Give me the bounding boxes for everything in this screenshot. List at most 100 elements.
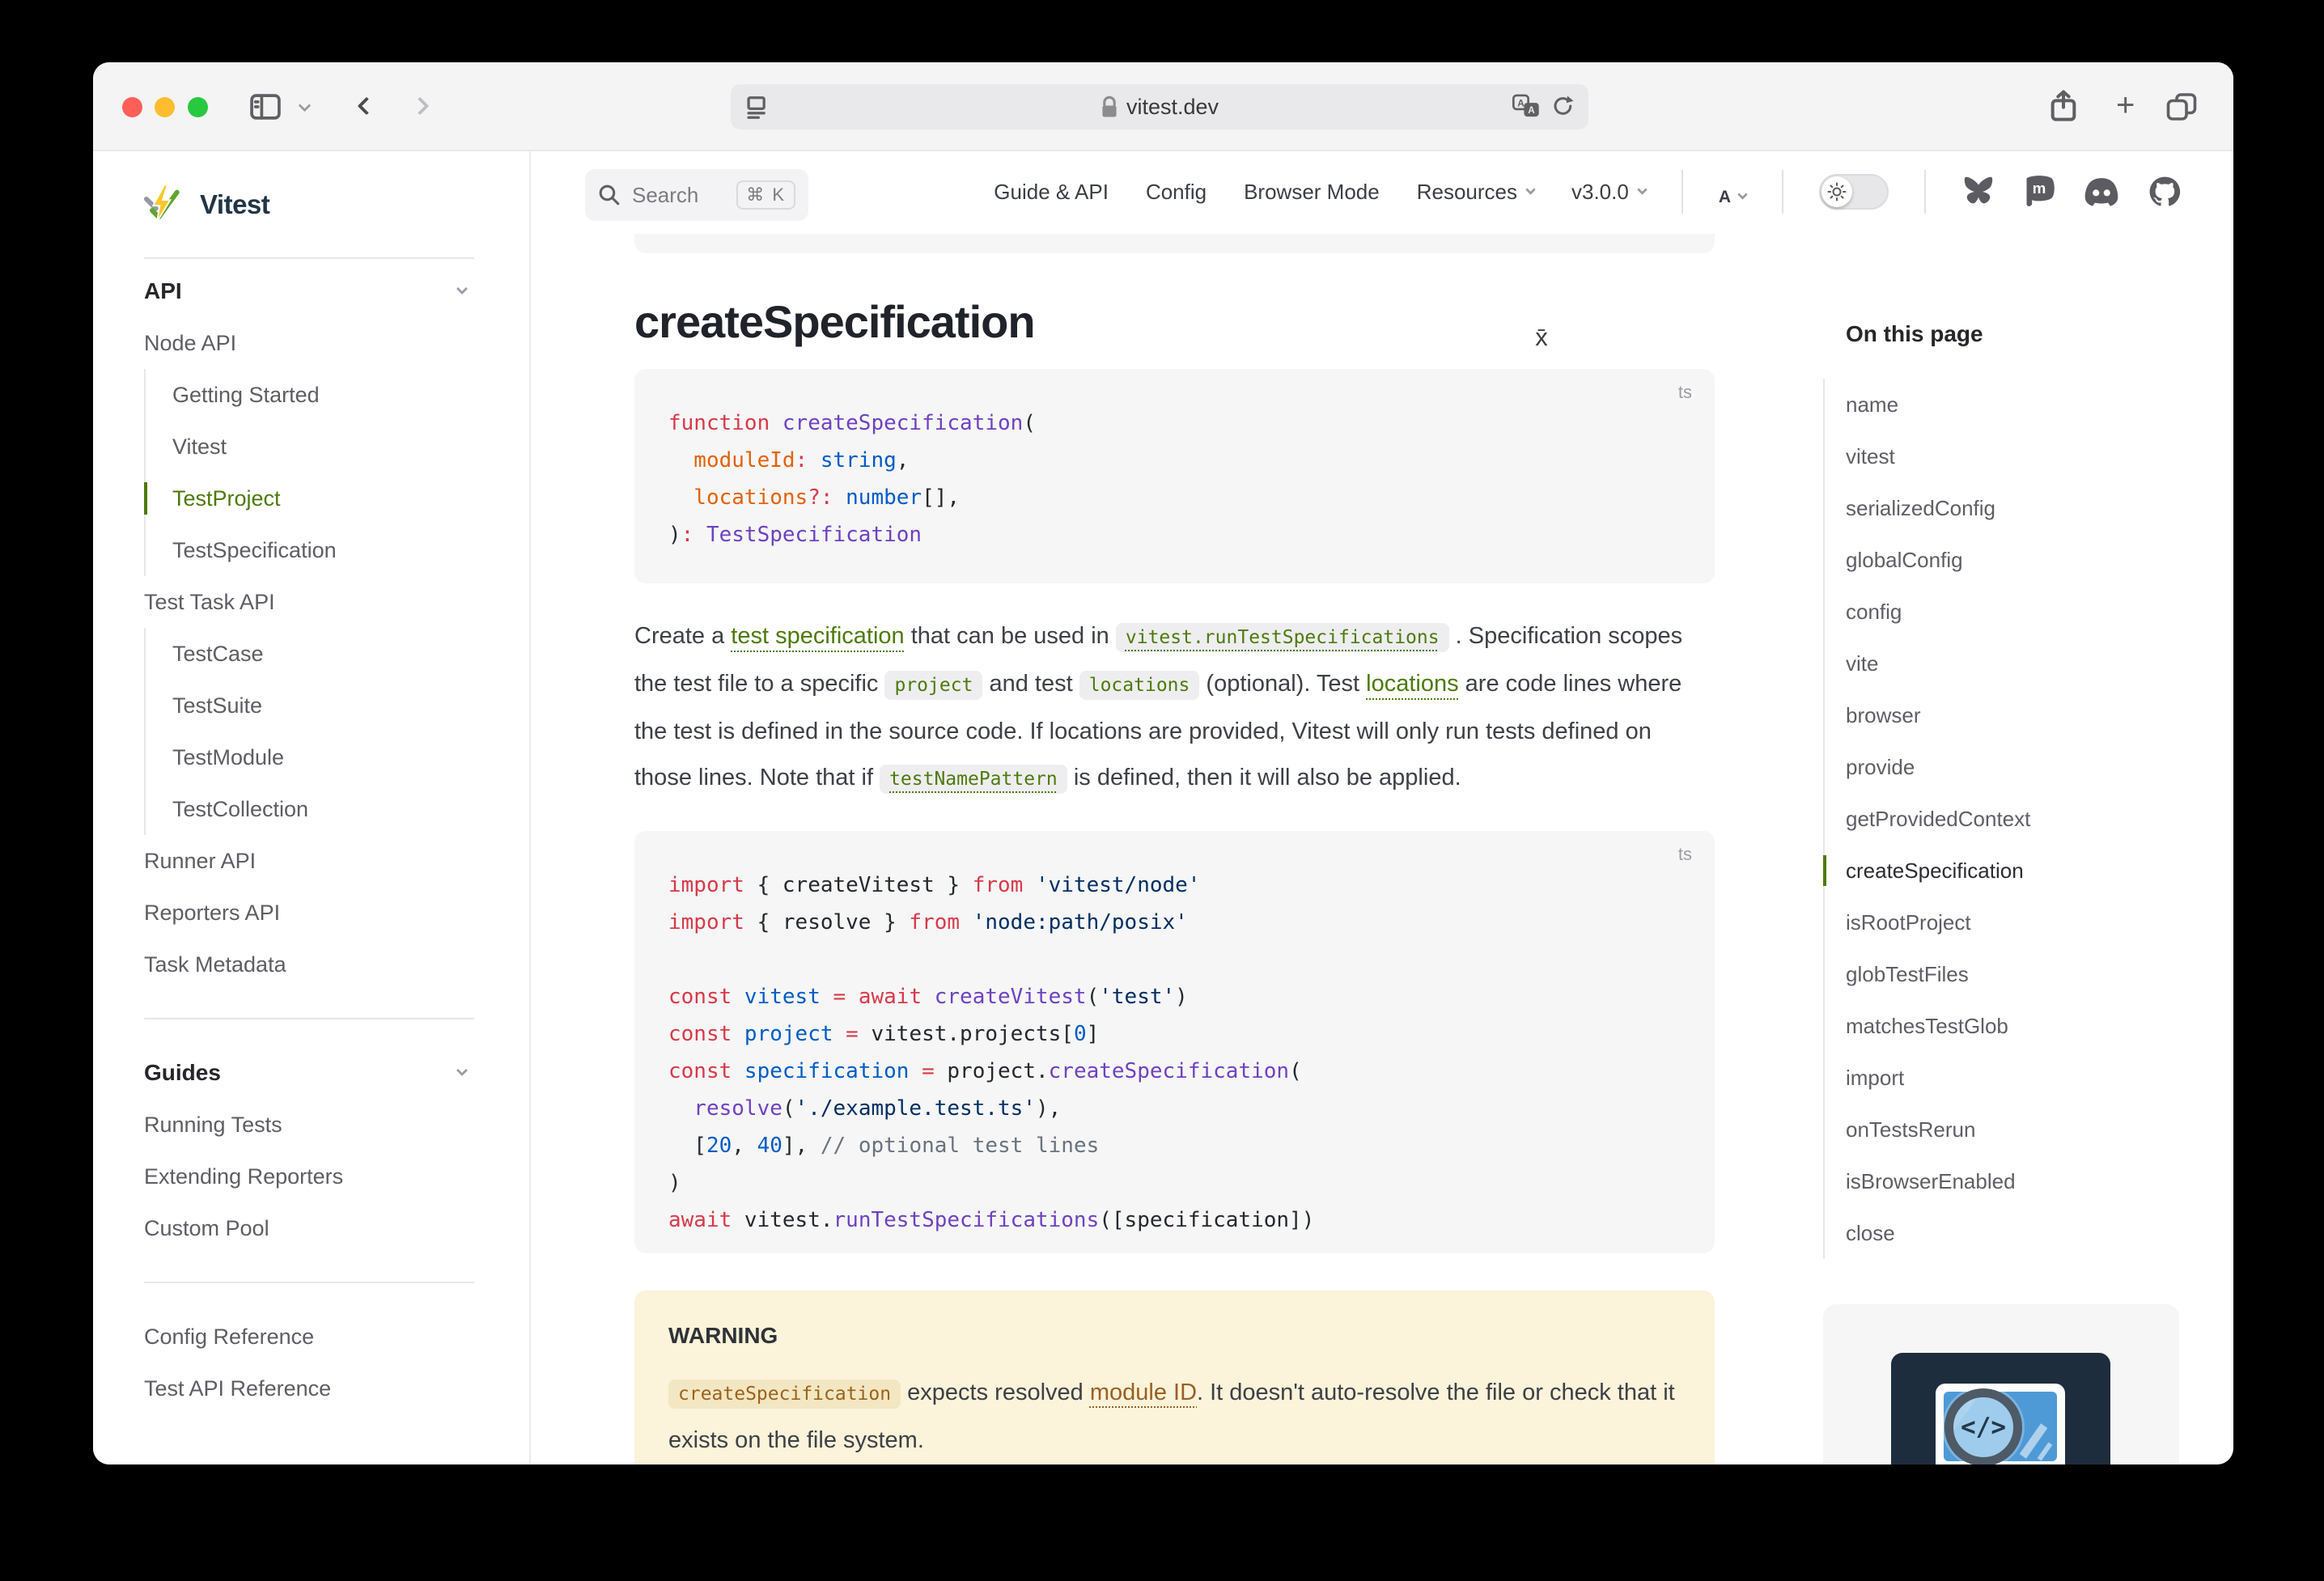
code-line: )	[668, 1164, 1682, 1202]
search-placeholder: Search	[632, 183, 698, 208]
toc-item-globtestfiles[interactable]: globTestFiles	[1825, 948, 2203, 1000]
magnifier-icon: </>	[1944, 1388, 2022, 1464]
sidebar-item-running-tests[interactable]: Running Tests	[144, 1099, 529, 1151]
toc-item-name[interactable]: name	[1825, 379, 2203, 430]
tabs-overview-icon[interactable]	[2165, 91, 2199, 123]
sidebar-item-runner-api[interactable]: Runner API	[144, 835, 529, 887]
header-divider	[1924, 170, 1926, 214]
code-line: const project = vitest.projects[0]	[668, 1015, 1682, 1053]
code-line	[668, 941, 1682, 978]
zoom-button[interactable]	[188, 97, 208, 117]
code-line: locations?: number[],	[668, 479, 1682, 516]
back-icon[interactable]	[358, 97, 376, 116]
reader-icon[interactable]	[745, 95, 770, 120]
new-tab-icon[interactable]: +	[2116, 89, 2135, 121]
sidebar-item-config-reference[interactable]: Config Reference	[144, 1311, 529, 1363]
inline-link[interactable]: test specification	[731, 623, 904, 649]
nav-resources[interactable]: Resources	[1417, 180, 1534, 205]
theme-toggle[interactable]	[1819, 174, 1889, 210]
reload-icon[interactable]	[1551, 94, 1575, 118]
code-line: [20, 40], // optional test lines	[668, 1127, 1682, 1164]
warning-text: createSpecification expects resolved mod…	[668, 1370, 1681, 1464]
inline-code: createSpecification	[668, 1380, 901, 1409]
share-icon[interactable]	[2047, 88, 2080, 124]
nav-guide-api[interactable]: Guide & API	[994, 180, 1109, 205]
sidebar-item-getting-started[interactable]: Getting Started	[146, 369, 529, 421]
sidebar-item-custom-pool[interactable]: Custom Pool	[144, 1202, 529, 1254]
sidebar-item-node-api[interactable]: Node API	[144, 317, 529, 369]
sidebar-item-testproject[interactable]: TestProject	[146, 473, 529, 524]
toc-item-import[interactable]: import	[1825, 1052, 2203, 1104]
code-line: import { resolve } from 'node:path/posix…	[668, 904, 1682, 941]
sidebar-toggle-icon[interactable]	[249, 91, 282, 122]
toc-item-createspecification[interactable]: createSpecification	[1825, 845, 2203, 896]
chevron-down-icon	[1525, 184, 1536, 195]
toc-item-matchestestglob[interactable]: matchesTestGlob	[1825, 1000, 2203, 1052]
toc-item-config[interactable]: config	[1825, 586, 2203, 638]
toc-item-vite[interactable]: vite	[1825, 638, 2203, 689]
inline-link[interactable]: module ID	[1090, 1380, 1197, 1405]
toc-item-browser[interactable]: browser	[1825, 689, 2203, 741]
sidebar-item-reporters-api[interactable]: Reporters API	[144, 887, 529, 939]
sponsor-ad[interactable]: </>	[1823, 1304, 2179, 1464]
sidebar-item-testspecification[interactable]: TestSpecification	[146, 524, 529, 576]
sidebar-item-testsuite[interactable]: TestSuite	[146, 680, 529, 731]
sidebar-section-guides[interactable]: Guides	[144, 1047, 466, 1099]
sun-icon	[1827, 182, 1847, 201]
sidebar: Vitest APINode APIGetting StartedVitestT…	[93, 151, 531, 1464]
translate-icon[interactable]: A A	[1512, 94, 1540, 118]
toc-list: namevitestserializedConfigglobalConfigco…	[1823, 379, 2203, 1259]
warning-callout: WARNING createSpecification expects reso…	[634, 1291, 1715, 1464]
inline-code-link[interactable]: vitest.runTestSpecifications	[1116, 623, 1449, 652]
nav-config[interactable]: Config	[1146, 180, 1207, 205]
code-block-signature: ts function createSpecification( moduleI…	[634, 369, 1715, 583]
sidebar-item-testmodule[interactable]: TestModule	[146, 731, 529, 783]
bluesky-icon[interactable]	[1961, 176, 1995, 207]
toc-item-isbrowserenabled[interactable]: isBrowserEnabled	[1825, 1155, 2203, 1207]
search-icon	[598, 184, 621, 206]
vitest-logo-icon	[142, 184, 184, 226]
translate-icon: x̄	[1535, 323, 2233, 352]
inline-code-link[interactable]: testNamePattern	[880, 765, 1067, 794]
site-header: Search ⌘ K Guide & API Config Browser Mode…	[531, 151, 2233, 232]
sidebar-item-test-api-reference[interactable]: Test API Reference	[144, 1363, 529, 1414]
sidebar-item-test-task-api[interactable]: Test Task API	[144, 576, 529, 628]
sidebar-item-testcase[interactable]: TestCase	[146, 628, 529, 680]
minimize-button[interactable]	[155, 97, 175, 117]
mastodon-icon[interactable]: m	[2023, 175, 2055, 209]
toc-item-isrootproject[interactable]: isRootProject	[1825, 896, 2203, 948]
sidebar-item-testcollection[interactable]: TestCollection	[146, 783, 529, 835]
language-menu[interactable]: x̄ A	[1719, 176, 1746, 207]
nav-browser-mode[interactable]: Browser Mode	[1244, 180, 1380, 205]
toc-item-getprovidedcontext[interactable]: getProvidedContext	[1825, 793, 2203, 845]
close-button[interactable]	[122, 97, 142, 117]
sidebar-item-task-metadata[interactable]: Task Metadata	[144, 939, 529, 990]
toc-item-serializedconfig[interactable]: serializedConfig	[1825, 482, 2203, 534]
site-title: Vitest	[200, 189, 269, 220]
chevron-down-icon	[1737, 189, 1748, 200]
toc-item-vitest[interactable]: vitest	[1825, 430, 2203, 482]
github-icon[interactable]	[2148, 175, 2182, 209]
nav-v3-0-0[interactable]: v3.0.0	[1571, 180, 1646, 205]
address-bar[interactable]: vitest.dev A A	[731, 84, 1588, 129]
sidebar-item-vitest[interactable]: Vitest	[146, 421, 529, 473]
toc-item-close[interactable]: close	[1825, 1207, 2203, 1259]
sidebar-section-api[interactable]: API	[144, 265, 466, 317]
svg-text:m: m	[2033, 180, 2046, 197]
chevron-down-icon[interactable]	[299, 100, 312, 112]
site-logo[interactable]: Vitest	[93, 151, 529, 257]
discord-icon[interactable]	[2083, 176, 2120, 207]
sidebar-subgroup: Getting StartedVitestTestProjectTestSpec…	[144, 369, 529, 576]
inline-link[interactable]: locations	[1366, 671, 1458, 697]
sidebar-divider	[144, 1254, 529, 1311]
code-line: ): TestSpecification	[668, 516, 1682, 553]
toc-item-ontestsrerun[interactable]: onTestsRerun	[1825, 1104, 2203, 1155]
toc-item-globalconfig[interactable]: globalConfig	[1825, 534, 2203, 586]
forward-icon[interactable]	[411, 97, 430, 116]
search-input[interactable]: Search ⌘ K	[585, 169, 808, 221]
sidebar-item-extending-reporters[interactable]: Extending Reporters	[144, 1151, 529, 1202]
sidebar-subgroup: TestCaseTestSuiteTestModuleTestCollectio…	[144, 628, 529, 835]
theme-toggle-knob	[1821, 176, 1852, 207]
toc-item-provide[interactable]: provide	[1825, 741, 2203, 793]
sidebar-divider	[144, 990, 529, 1047]
